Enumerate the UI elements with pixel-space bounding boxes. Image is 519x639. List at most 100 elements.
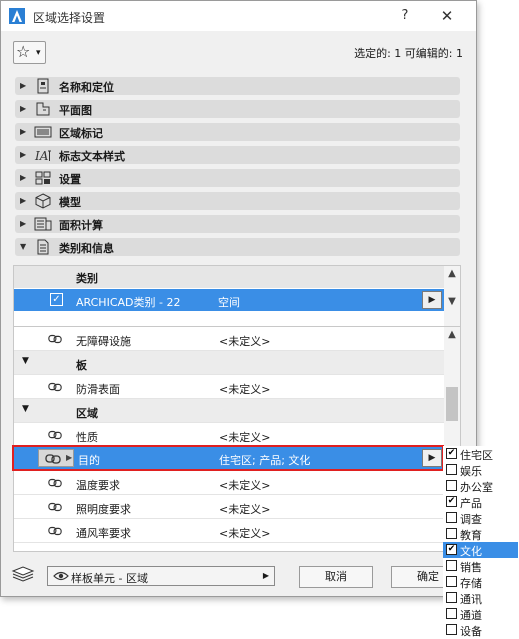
link-icon[interactable] [48, 525, 62, 537]
option-checkbox[interactable] [446, 608, 457, 619]
purpose-option[interactable]: 娱乐 [443, 462, 518, 478]
scrollbar-thumb[interactable] [446, 387, 458, 421]
category-checkbox[interactable]: ✓ [50, 293, 63, 306]
chevron-right-icon[interactable]: ▶ [20, 78, 26, 94]
panel-header-1[interactable]: ▶ 名称和定位 [15, 77, 460, 95]
category-row[interactable]: ✓ ARCHICAD类别 - 22 空间 ▶ [14, 289, 444, 311]
option-checkbox[interactable] [446, 464, 457, 475]
selection-info: 选定的: 1 可编辑的: 1 [354, 47, 463, 60]
parameter-value[interactable]: <未定义> [219, 333, 270, 349]
chevron-down-icon[interactable]: ▼ [22, 404, 29, 414]
option-label: 设备 [460, 625, 482, 638]
chevron-down-icon[interactable]: ▼ [20, 239, 26, 255]
layer-select[interactable]: 样板单元 - 区域 ▶ [47, 566, 275, 586]
area-calc-icon [34, 216, 52, 232]
parameter-row[interactable]: 通风率要求 <未定义> [14, 519, 444, 543]
panel-header-6[interactable]: ▶ 模型 [15, 192, 460, 210]
option-checkbox[interactable] [446, 592, 457, 603]
parameter-value[interactable]: <未定义> [219, 477, 270, 493]
link-icon[interactable] [48, 477, 62, 489]
category-scrollbar[interactable]: ▲ ▼ [444, 266, 460, 326]
parameter-row[interactable]: 无障碍设施 <未定义> [14, 327, 444, 351]
category-expand-button[interactable]: ▶ [422, 291, 442, 309]
panel-header-5[interactable]: ▶ 设置 [15, 169, 460, 187]
panel-label: 平面图 [59, 104, 92, 117]
layers-stack-icon[interactable] [11, 565, 35, 583]
cancel-button[interactable]: 取消 [299, 566, 373, 588]
id-card-icon [34, 78, 52, 94]
link-icon [45, 454, 61, 464]
purpose-option[interactable]: 办公室 [443, 478, 518, 494]
selected-parameter-row[interactable]: ▶ 目的 住宅区; 产品; 文化 ▶ [12, 445, 444, 471]
option-label: 调查 [460, 513, 482, 526]
option-checkbox[interactable] [446, 576, 457, 587]
group-name: 板 [76, 359, 87, 372]
option-checkbox[interactable]: ✔ [446, 496, 457, 507]
parameter-group-row[interactable]: ▼ 板 [14, 351, 444, 375]
parameter-row[interactable]: 照明度要求 <未定义> [14, 495, 444, 519]
option-checkbox[interactable]: ✔ [446, 448, 457, 459]
text-style-icon: IA [34, 147, 52, 163]
purpose-option[interactable]: 调查 [443, 510, 518, 526]
parameter-value[interactable]: <未定义> [219, 381, 270, 397]
panel-header-4[interactable]: ▶ IA 标志文本样式 [15, 146, 460, 164]
eye-icon [53, 571, 69, 581]
parameter-row[interactable]: 防滑表面 <未定义> [14, 375, 444, 399]
value-expand-button[interactable]: ▶ [422, 449, 442, 467]
chevron-right-icon[interactable]: ▶ [20, 147, 26, 163]
purpose-option[interactable]: 存储 [443, 574, 518, 590]
floor-plan-icon [34, 101, 52, 117]
scroll-up-icon[interactable]: ▲ [444, 329, 460, 340]
link-dropdown[interactable]: ▶ [38, 449, 74, 467]
panel-label: 名称和定位 [59, 81, 114, 94]
chevron-right-icon[interactable]: ▶ [20, 170, 26, 186]
chevron-right-icon[interactable]: ▶ [20, 193, 26, 209]
parameter-name: 照明度要求 [76, 503, 131, 516]
option-checkbox[interactable] [446, 480, 457, 491]
settings-grid-icon [34, 170, 52, 186]
parameter-value[interactable]: <未定义> [219, 501, 270, 517]
option-checkbox[interactable] [446, 528, 457, 539]
svg-text:IA: IA [34, 149, 49, 163]
option-checkbox[interactable] [446, 512, 457, 523]
panel-header-8[interactable]: ▼ 类别和信息 [15, 238, 460, 256]
category-value: 空间 [218, 296, 240, 309]
purpose-option[interactable]: ✔ 文化 [443, 542, 518, 558]
scroll-up-icon[interactable]: ▲ [444, 268, 460, 279]
parameter-value[interactable]: <未定义> [219, 525, 270, 541]
favorites-button[interactable]: ☆ ▾ [13, 41, 46, 64]
option-checkbox[interactable]: ✔ [446, 544, 457, 555]
scroll-down-icon[interactable]: ▼ [444, 296, 460, 307]
purpose-option[interactable]: 设备 [443, 622, 518, 638]
parameter-row[interactable]: 温度要求 <未定义> [14, 471, 444, 495]
parameter-group-row[interactable]: ▼ 区域 [14, 399, 444, 423]
purpose-option[interactable]: 销售 [443, 558, 518, 574]
parameter-name: 性质 [76, 431, 98, 444]
help-button[interactable]: ? [385, 1, 425, 31]
purpose-option[interactable]: 通讯 [443, 590, 518, 606]
purpose-option[interactable]: 教育 [443, 526, 518, 542]
purpose-option[interactable]: ✔ 产品 [443, 494, 518, 510]
category-table: 类别 ✓ ARCHICAD类别 - 22 空间 ▶ ▲ ▼ [13, 265, 461, 327]
panel-header-2[interactable]: ▶ 平面图 [15, 100, 460, 118]
chevron-right-icon[interactable]: ▶ [20, 101, 26, 117]
chevron-right-icon[interactable]: ▶ [20, 124, 26, 140]
option-checkbox[interactable] [446, 624, 457, 635]
star-icon: ☆ [16, 42, 31, 61]
parameter-row[interactable]: 性质 <未定义> [14, 423, 444, 447]
chevron-right-icon[interactable]: ▶ [20, 216, 26, 232]
link-icon[interactable] [48, 501, 62, 513]
link-icon[interactable] [48, 333, 62, 345]
panel-header-3[interactable]: ▶ 区域标记 [15, 123, 460, 141]
option-label: 销售 [460, 561, 482, 574]
selected-parameter-value: 住宅区; 产品; 文化 [219, 454, 311, 467]
chevron-down-icon[interactable]: ▼ [22, 356, 29, 366]
link-icon[interactable] [48, 429, 62, 441]
close-button[interactable]: ✕ [427, 1, 467, 31]
parameter-value[interactable]: <未定义> [219, 429, 270, 445]
purpose-option[interactable]: ✔ 住宅区 [443, 446, 518, 462]
panel-header-7[interactable]: ▶ 面积计算 [15, 215, 460, 233]
option-checkbox[interactable] [446, 560, 457, 571]
link-icon[interactable] [48, 381, 62, 393]
purpose-option[interactable]: 通道 [443, 606, 518, 622]
